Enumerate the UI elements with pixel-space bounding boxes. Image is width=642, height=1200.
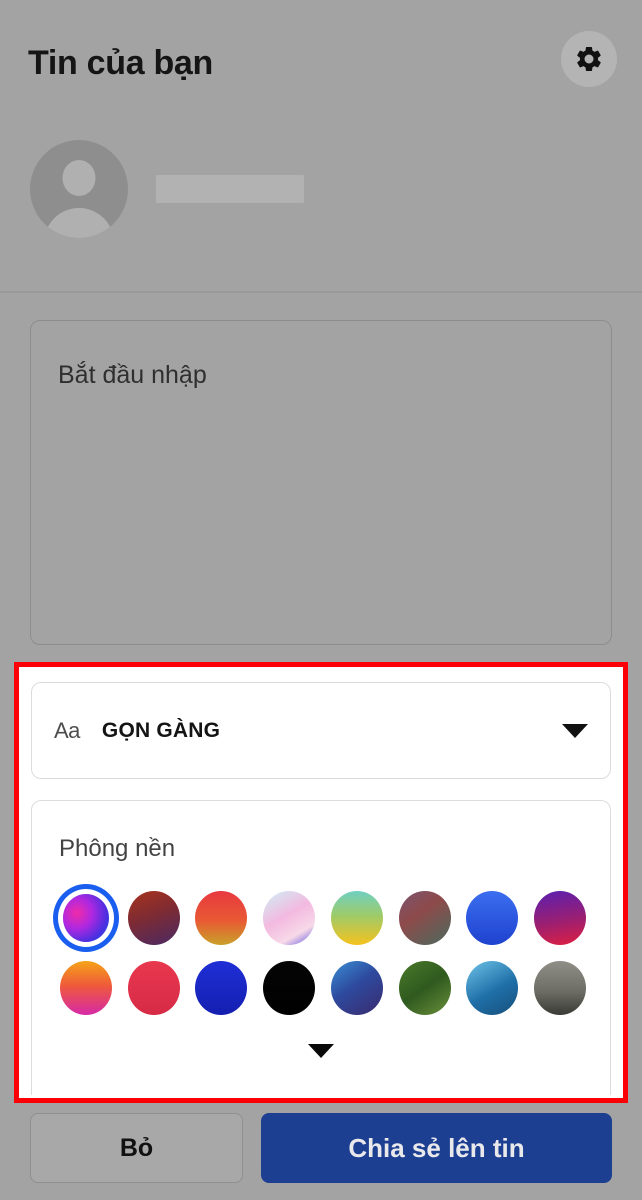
background-swatch-cell[interactable] <box>255 953 323 1023</box>
swatch-5[interactable] <box>330 891 383 945</box>
swatch-12[interactable] <box>263 961 316 1015</box>
swatch-10[interactable] <box>127 961 180 1015</box>
action-bar: Bỏ Chia sẻ lên tin <box>0 1105 642 1200</box>
header-bar: Tin của bạn <box>0 0 642 293</box>
swatch-8[interactable] <box>534 891 587 945</box>
background-swatch-cell[interactable] <box>391 953 459 1023</box>
background-swatch-cell[interactable] <box>323 953 391 1023</box>
font-style-selector[interactable]: Aa GỌN GÀNG <box>31 682 611 779</box>
background-swatch-cell[interactable] <box>120 953 188 1023</box>
person-avatar-icon-head <box>62 160 96 196</box>
aa-text-icon: Aa <box>54 717 80 743</box>
expand-backgrounds-chevron-down-icon[interactable] <box>308 1044 334 1058</box>
story-text-composer[interactable]: Bắt đầu nhập <box>30 320 612 645</box>
background-swatch-cell[interactable] <box>52 953 120 1023</box>
background-swatch-cell[interactable] <box>188 953 256 1023</box>
swatch-9[interactable] <box>59 961 112 1015</box>
swatch-2[interactable] <box>127 891 180 945</box>
swatch-1[interactable] <box>62 894 109 942</box>
share-to-story-button[interactable]: Chia sẻ lên tin <box>261 1113 612 1183</box>
background-swatch-cell[interactable] <box>120 883 188 953</box>
chevron-down-icon[interactable] <box>562 723 588 738</box>
avatar <box>30 140 128 238</box>
page-title: Tin của bạn <box>28 44 213 82</box>
swatch-6[interactable] <box>398 891 451 945</box>
background-swatch-cell[interactable] <box>526 953 594 1023</box>
swatch-13[interactable] <box>330 961 383 1015</box>
user-name-redacted <box>156 175 304 203</box>
background-swatch-cell[interactable] <box>391 883 459 953</box>
composer-placeholder: Bắt đầu nhập <box>58 361 207 389</box>
background-swatch-grid <box>52 883 594 1023</box>
gear-icon <box>574 44 604 74</box>
swatch-4[interactable] <box>263 891 316 945</box>
swatch-7[interactable] <box>466 891 519 945</box>
user-row <box>30 140 304 238</box>
swatch-11[interactable] <box>195 961 248 1015</box>
discard-button[interactable]: Bỏ <box>30 1113 243 1183</box>
swatch-16[interactable] <box>534 961 587 1015</box>
selected-font-label: GỌN GÀNG <box>101 718 221 742</box>
person-avatar-icon-body <box>44 208 114 238</box>
background-swatch-cell[interactable] <box>52 883 120 953</box>
background-swatch-cell[interactable] <box>459 953 527 1023</box>
swatch-15[interactable] <box>466 961 519 1015</box>
swatch-14[interactable] <box>398 961 451 1015</box>
background-panel: Phông nền <box>31 800 611 1095</box>
background-swatch-cell[interactable] <box>255 883 323 953</box>
background-swatch-cell[interactable] <box>459 883 527 953</box>
background-panel-label: Phông nền <box>59 835 176 862</box>
background-swatch-cell[interactable] <box>526 883 594 953</box>
settings-button[interactable] <box>561 31 617 87</box>
swatch-3[interactable] <box>195 891 248 945</box>
background-swatch-cell[interactable] <box>188 883 256 953</box>
background-swatch-cell[interactable] <box>323 883 391 953</box>
